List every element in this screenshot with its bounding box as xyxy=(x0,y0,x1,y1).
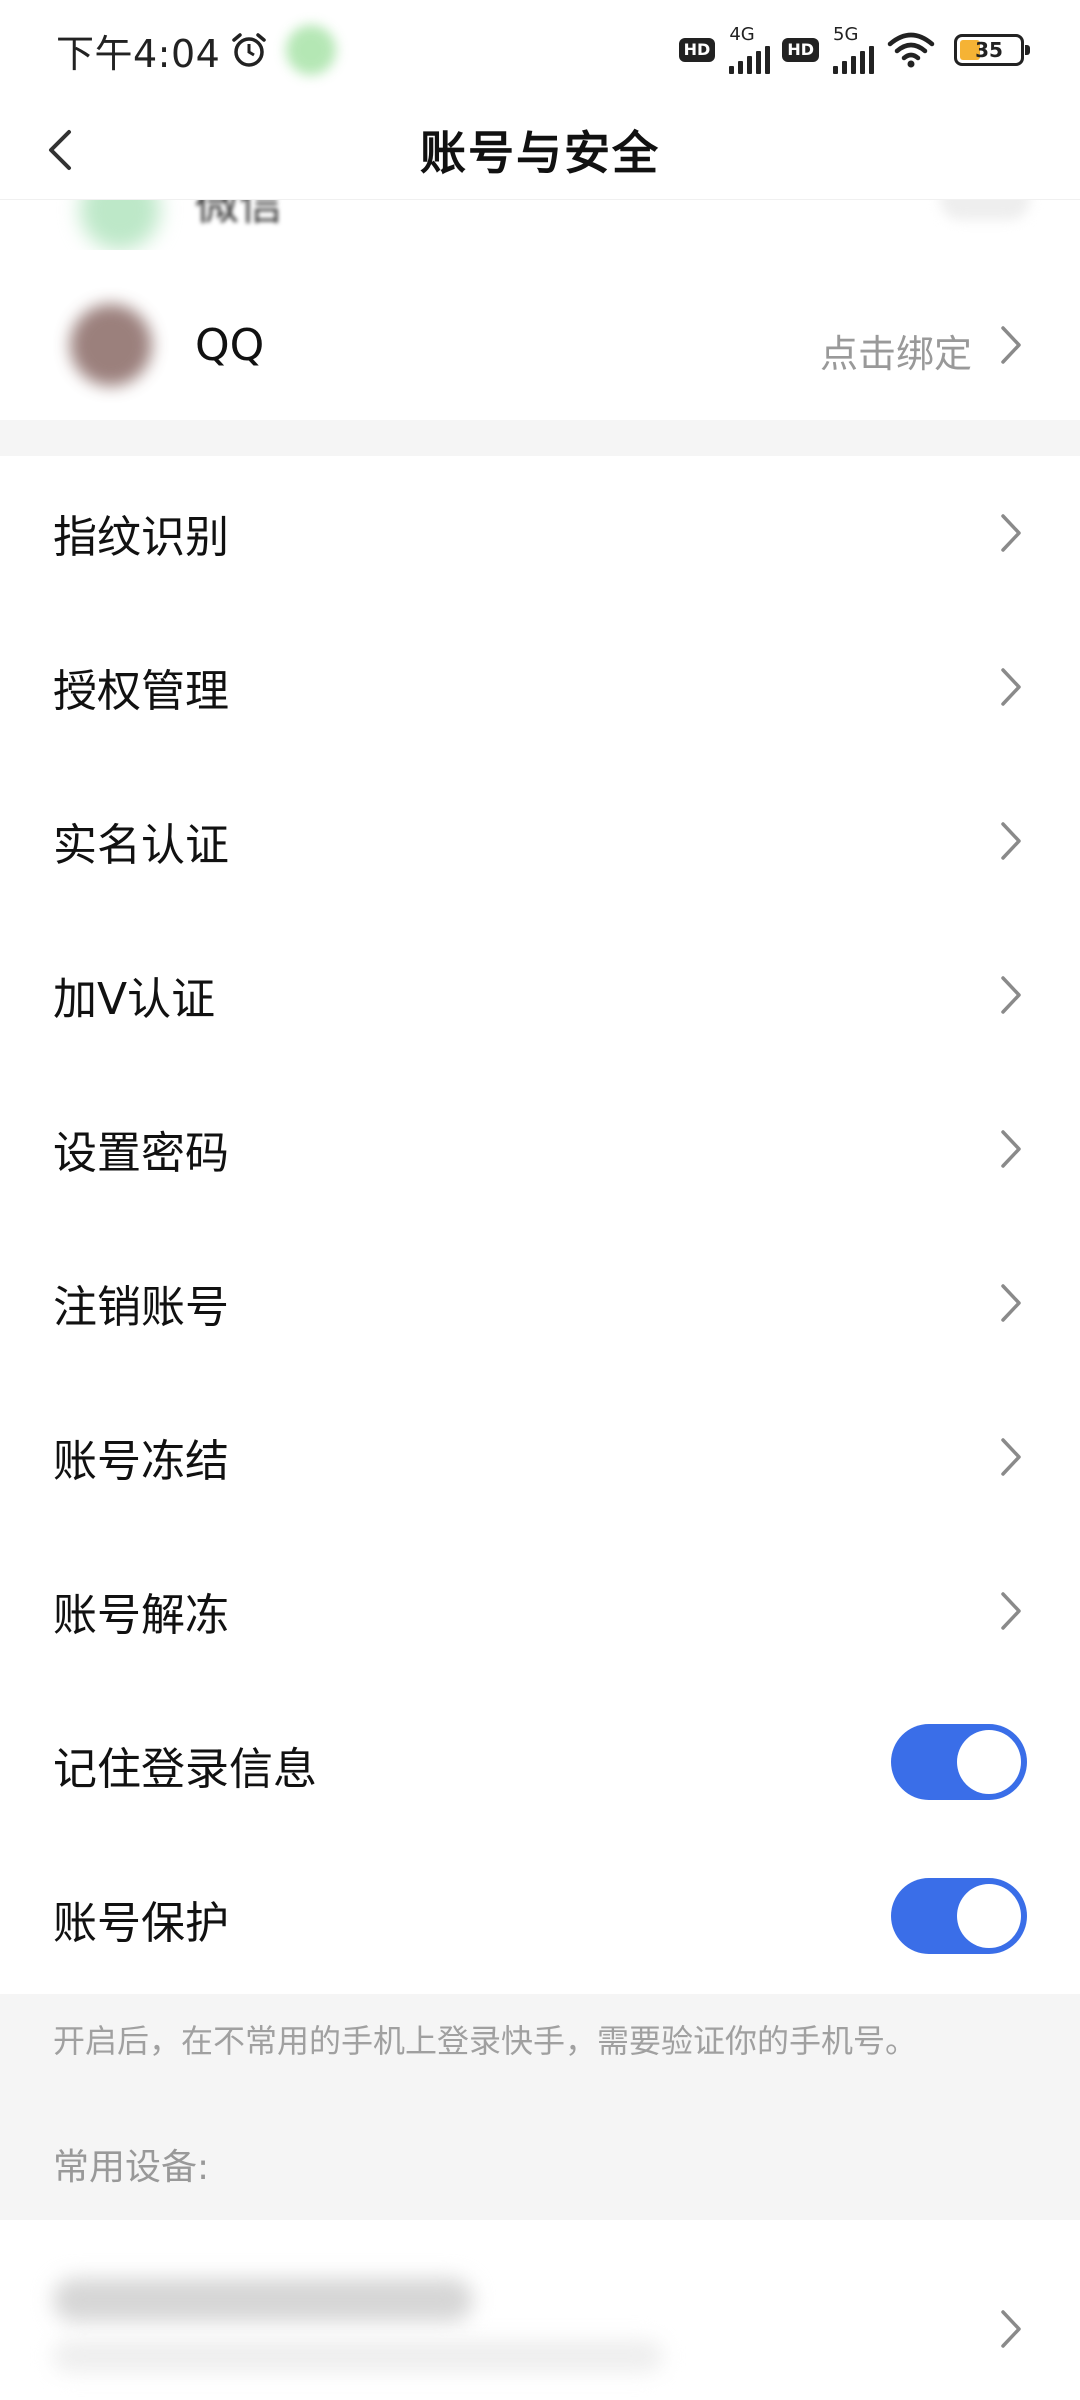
status-indicators: HD 4G HD 5G 35 xyxy=(678,24,1030,74)
menu-item-authorization[interactable]: 授权管理 xyxy=(0,610,1080,764)
menu-item-account-protection: 账号保护 xyxy=(0,1842,1080,1996)
protection-note: 开启后，在不常用的手机上登录快手，需要验证你的手机号。 xyxy=(53,2022,918,2060)
signal-bars-icon-2 xyxy=(833,46,874,74)
menu-item-fingerprint[interactable]: 指纹识别 xyxy=(0,456,1080,610)
signal-4g: 4G xyxy=(729,24,771,74)
qq-bind-action: 点击绑定 xyxy=(819,332,972,376)
menu-item-label: 账号冻结 xyxy=(53,1436,229,1487)
menu-item-label: 记住登录信息 xyxy=(53,1744,317,1795)
device-item[interactable] xyxy=(0,2220,1080,2400)
menu-item-real-name[interactable]: 实名认证 xyxy=(0,764,1080,918)
toggle-knob xyxy=(957,1730,1021,1794)
alarm-icon xyxy=(232,33,267,67)
menu-item-unfreeze-account[interactable]: 账号解冻 xyxy=(0,1534,1080,1688)
signal-5g: 5G xyxy=(833,26,874,74)
device-detail-redacted xyxy=(53,2340,663,2372)
notification-icon xyxy=(286,25,337,75)
wechat-icon xyxy=(80,200,160,250)
nav-bar: 账号与安全 xyxy=(0,100,1080,200)
device-name-redacted xyxy=(53,2278,473,2322)
chevron-right-icon xyxy=(1001,668,1021,706)
battery-icon: 35 xyxy=(954,34,1030,66)
qq-binding-row[interactable]: QQ 点击绑定 xyxy=(0,270,1080,420)
chevron-right-icon xyxy=(1001,514,1021,552)
wechat-status xyxy=(940,200,1030,220)
hd-badge: HD xyxy=(678,38,716,62)
menu-item-label: 账号解冻 xyxy=(53,1590,229,1641)
menu-item-label: 设置密码 xyxy=(53,1128,229,1179)
protection-footer: 开启后，在不常用的手机上登录快手，需要验证你的手机号。 常用设备: xyxy=(0,1994,1080,2220)
chevron-right-icon xyxy=(1001,326,1021,364)
chevron-right-icon xyxy=(1001,1438,1021,1476)
chevron-right-icon xyxy=(1001,2310,1021,2348)
common-devices-label: 常用设备: xyxy=(53,2147,210,2188)
chevron-left-icon xyxy=(49,130,71,170)
menu-item-label: 账号保护 xyxy=(53,1898,229,1949)
status-bar: 下午4:04 HD 4G HD 5G 35 xyxy=(0,0,1080,100)
chevron-right-icon xyxy=(1001,1592,1021,1630)
menu-item-label: 实名认证 xyxy=(53,820,229,871)
menu-item-freeze-account[interactable]: 账号冻结 xyxy=(0,1380,1080,1534)
section-divider xyxy=(0,420,1080,456)
wifi-icon xyxy=(887,32,935,68)
remember-login-toggle[interactable] xyxy=(891,1724,1027,1800)
wechat-binding-row[interactable]: 微信 xyxy=(0,200,1080,250)
back-button[interactable] xyxy=(30,120,90,180)
status-time: 下午4:04 xyxy=(56,31,221,76)
qq-icon xyxy=(70,304,152,386)
chevron-right-icon xyxy=(1001,976,1021,1014)
menu-item-set-password[interactable]: 设置密码 xyxy=(0,1072,1080,1226)
net-label-4g: 4G xyxy=(729,24,755,45)
chevron-right-icon xyxy=(1001,1130,1021,1168)
menu-item-label: 授权管理 xyxy=(53,666,229,717)
chevron-right-icon xyxy=(1001,822,1021,860)
hd-badge-2: HD xyxy=(782,38,819,62)
wechat-label: 微信 xyxy=(195,200,283,230)
menu-item-v-verification[interactable]: 加V认证 xyxy=(0,918,1080,1072)
net-label-5g: 5G xyxy=(833,24,859,45)
toggle-knob xyxy=(957,1884,1021,1948)
menu-item-delete-account[interactable]: 注销账号 xyxy=(0,1226,1080,1380)
menu-item-label: 注销账号 xyxy=(53,1282,229,1333)
qq-label: QQ xyxy=(195,320,265,371)
page-title: 账号与安全 xyxy=(420,125,660,180)
account-protection-toggle[interactable] xyxy=(891,1878,1027,1954)
signal-bars-icon xyxy=(729,46,771,74)
menu-item-label: 加V认证 xyxy=(53,974,216,1025)
menu-item-remember-login: 记住登录信息 xyxy=(0,1688,1080,1842)
chevron-right-icon xyxy=(1001,1284,1021,1322)
battery-level: 35 xyxy=(975,38,1003,62)
menu-item-label: 指纹识别 xyxy=(53,512,229,563)
security-menu: 指纹识别 授权管理 实名认证 加V认证 设置密码 注销账号 账号冻结 账号解冻 … xyxy=(0,456,1080,1996)
